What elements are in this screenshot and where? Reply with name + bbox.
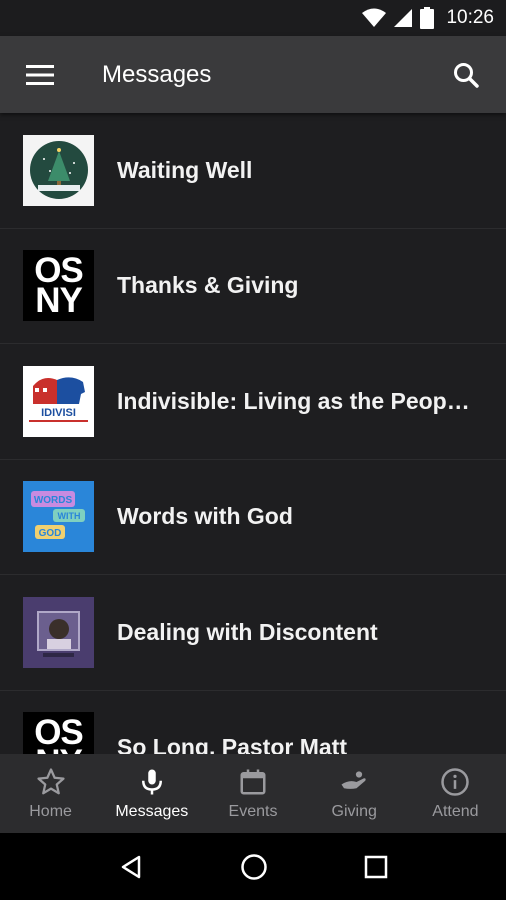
message-item-thanks-giving[interactable]: OS NY Thanks & Giving (0, 229, 506, 344)
svg-text:GOD: GOD (39, 528, 62, 539)
message-thumbnail: IDIVISI (23, 365, 94, 437)
thumb-text: NY (35, 280, 83, 320)
message-item-dealing-discontent[interactable]: Dealing with Discontent (0, 575, 506, 691)
system-nav-bar (0, 833, 506, 900)
wifi-icon (362, 8, 387, 27)
recents-icon[interactable] (363, 854, 389, 880)
message-thumbnail (23, 596, 94, 668)
message-item-indivisible[interactable]: IDIVISI Indivisible: Living as the Peopl… (0, 344, 506, 460)
hamburger-menu-icon (26, 64, 54, 85)
nav-label: Messages (115, 802, 189, 820)
bottom-nav: Home Messages Events Giving Attend (0, 754, 506, 833)
svg-text:WITH: WITH (58, 511, 81, 521)
message-item-waiting-well[interactable]: Waiting Well (0, 113, 506, 229)
search-icon (454, 62, 479, 88)
nav-label: Giving (331, 802, 377, 820)
back-icon[interactable] (117, 853, 145, 881)
message-thumbnail (23, 134, 94, 206)
christmas-tree-icon (37, 148, 80, 192)
message-title: Indivisible: Living as the People… (117, 387, 472, 414)
home-icon[interactable] (239, 852, 269, 882)
person-illustration-icon (37, 610, 80, 657)
nav-label: Attend (432, 802, 479, 820)
search-button[interactable] (426, 36, 506, 113)
nav-messages[interactable]: Messages (101, 754, 202, 833)
nav-events[interactable]: Events (202, 754, 303, 833)
message-title: So Long, Pastor Matt (117, 734, 347, 754)
microphone-icon (141, 769, 162, 794)
nav-label: Home (29, 802, 72, 820)
message-title: Dealing with Discontent (117, 618, 378, 645)
message-title: Thanks & Giving (117, 272, 299, 299)
cell-signal-icon (394, 9, 413, 27)
app-bar: Messages (0, 36, 506, 113)
info-icon (441, 767, 470, 796)
message-title: Words with God (117, 503, 293, 530)
status-bar: 10:26 (0, 0, 506, 36)
speech-bubbles-icon: WORDS WITH GOD (31, 491, 85, 540)
nav-attend[interactable]: Attend (405, 754, 506, 833)
nav-giving[interactable]: Giving (304, 754, 405, 833)
donkey-elephant-icon: IDIVISI (27, 377, 90, 422)
status-time: 10:26 (446, 7, 494, 28)
svg-text:IDIVISI: IDIVISI (41, 407, 76, 419)
star-icon (36, 767, 65, 794)
page-title: Messages (102, 60, 212, 88)
svg-text:WORDS: WORDS (34, 495, 73, 506)
message-item-words-with-god[interactable]: WORDS WITH GOD Words with God (0, 460, 506, 575)
message-list[interactable]: Waiting Well OS NY Thanks & Giving IDIVI… (0, 113, 506, 754)
message-thumbnail: OS NY (23, 250, 94, 322)
message-title: Waiting Well (117, 156, 253, 183)
message-thumbnail: OS NY (23, 712, 94, 754)
menu-button[interactable] (0, 36, 80, 113)
message-thumbnail: WORDS WITH GOD (23, 481, 94, 553)
giving-hand-icon (341, 770, 366, 789)
calendar-icon (240, 769, 266, 794)
battery-icon (420, 7, 435, 29)
nav-home[interactable]: Home (0, 754, 101, 833)
message-item-so-long-pastor-matt[interactable]: OS NY So Long, Pastor Matt (0, 691, 506, 754)
nav-label: Events (228, 802, 278, 820)
